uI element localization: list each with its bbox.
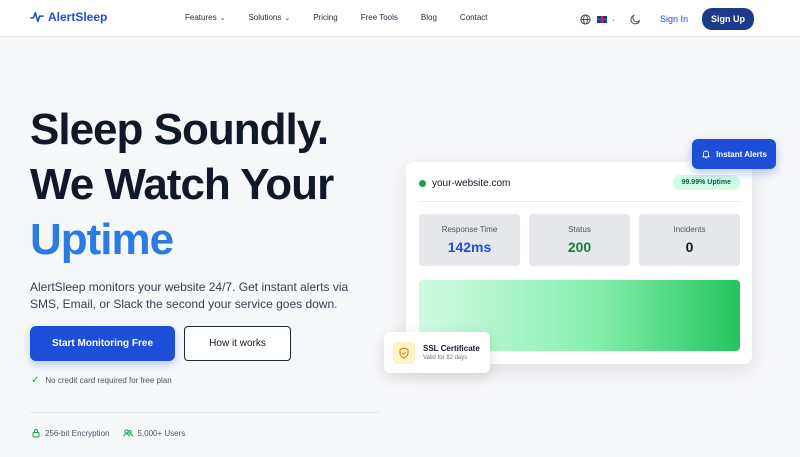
note-text: No credit card required for free plan bbox=[45, 376, 172, 385]
ssl-text: SSL Certificate Valid for 82 days bbox=[423, 344, 480, 361]
sign-in-link[interactable]: Sign In bbox=[660, 14, 688, 24]
stat-status: Status 200 bbox=[529, 214, 630, 266]
logo[interactable]: AlertSleep bbox=[30, 10, 107, 24]
menu-item-contact[interactable]: Contact bbox=[460, 13, 488, 22]
menu-item-blog[interactable]: Blog bbox=[421, 13, 437, 22]
menu-label: Free Tools bbox=[360, 13, 398, 22]
trust-badges: 256-bit Encryption 5,000+ Users bbox=[31, 428, 199, 438]
globe-icon[interactable] bbox=[580, 13, 591, 25]
ssl-subtitle: Valid for 82 days bbox=[423, 355, 468, 361]
status-dot bbox=[419, 180, 426, 187]
bell-icon bbox=[702, 150, 710, 159]
hero-subcopy: AlertSleep monitors your website 24/7. G… bbox=[30, 280, 349, 311]
divider bbox=[30, 412, 379, 413]
how-it-works-button[interactable]: How it works bbox=[184, 326, 291, 361]
alert-label: Instant Alerts bbox=[716, 149, 767, 159]
hero-headline: Sleep Soundly. We Watch Your Uptime bbox=[30, 102, 334, 267]
users-icon bbox=[123, 429, 134, 437]
nav-actions: ⌄ Sign In Sign Up bbox=[580, 8, 754, 30]
start-monitoring-button[interactable]: Start Monitoring Free bbox=[30, 326, 175, 361]
uptime-badge: 99.99% Uptime bbox=[672, 175, 740, 190]
chevron-down-icon[interactable]: ⌄ bbox=[611, 16, 616, 23]
stat-value: 142ms bbox=[447, 239, 492, 255]
menu-label: Pricing bbox=[313, 13, 338, 22]
no-credit-card-note: ✓ No credit card required for free plan bbox=[31, 375, 172, 386]
menu-label: Blog bbox=[420, 13, 437, 22]
trust-item-encryption: 256-bit Encryption bbox=[31, 428, 109, 438]
headline-line: Sleep Soundly. bbox=[30, 105, 329, 154]
menu-item-features[interactable]: Features ⌄ bbox=[185, 13, 225, 22]
stat-value: 200 bbox=[567, 239, 592, 255]
site-url: your-website.com bbox=[432, 178, 511, 189]
menu-item-pricing[interactable]: Pricing bbox=[313, 13, 337, 22]
trust-item-users: 5,000+ Users bbox=[123, 428, 185, 438]
menu-item-free-tools[interactable]: Free Tools bbox=[361, 13, 398, 22]
stat-label: Response Time bbox=[441, 225, 498, 234]
brand-name: AlertSleep bbox=[48, 10, 108, 24]
pulse-icon bbox=[30, 11, 44, 23]
stat-label: Status bbox=[568, 225, 591, 234]
uk-flag-icon[interactable] bbox=[596, 15, 607, 23]
trust-label: 5,000+ Users bbox=[137, 428, 186, 438]
chevron-down-icon: ⌄ bbox=[219, 14, 226, 22]
stat-value: 0 bbox=[685, 239, 694, 255]
main-menu: Features ⌄ Solutions ⌄ Pricing Free Tools … bbox=[185, 13, 511, 22]
trust-label: 256-bit Encryption bbox=[45, 428, 110, 438]
menu-item-solutions[interactable]: Solutions ⌄ bbox=[248, 13, 290, 22]
menu-label: Contact bbox=[459, 13, 488, 22]
ssl-icon-wrap bbox=[393, 341, 415, 364]
ssl-certificate-card: SSL Certificate Valid for 82 days bbox=[384, 332, 490, 373]
headline-accent: Uptime bbox=[30, 215, 174, 264]
headline-line: We Watch Your bbox=[30, 160, 334, 209]
instant-alerts-button[interactable]: Instant Alerts bbox=[692, 139, 776, 169]
lock-icon bbox=[32, 429, 40, 438]
ssl-title: SSL Certificate bbox=[423, 344, 480, 353]
check-icon: ✓ bbox=[31, 375, 40, 386]
chevron-down-icon: ⌄ bbox=[284, 14, 291, 22]
site-header: your-website.com bbox=[419, 178, 510, 189]
menu-label: Features bbox=[185, 13, 217, 22]
menu-label: Solutions bbox=[248, 13, 282, 22]
stat-incidents: Incidents 0 bbox=[639, 214, 740, 266]
divider bbox=[419, 201, 739, 202]
stat-response-time: Response Time 142ms bbox=[419, 214, 520, 266]
shield-check-icon bbox=[399, 346, 409, 359]
sign-up-button[interactable]: Sign Up bbox=[702, 8, 754, 30]
moon-icon[interactable] bbox=[630, 13, 641, 25]
stat-label: Incidents bbox=[673, 225, 706, 234]
top-navbar: AlertSleep Features ⌄ Solutions ⌄ Pricing … bbox=[0, 0, 800, 37]
